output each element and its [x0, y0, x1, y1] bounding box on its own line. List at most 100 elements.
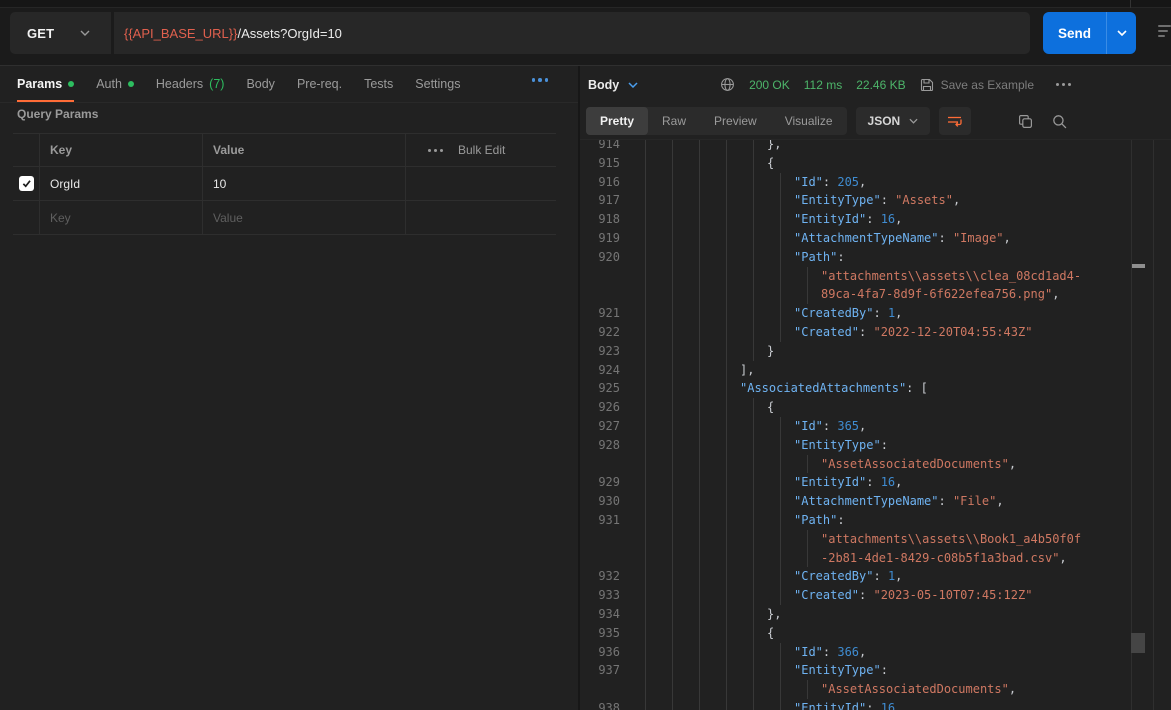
indent-guide	[726, 154, 753, 173]
send-button-label[interactable]: Send	[1043, 12, 1107, 54]
indent-guide	[672, 492, 699, 511]
indent-guide	[699, 455, 726, 474]
top-strip-divider	[1130, 0, 1131, 8]
bulk-edit-button[interactable]: Bulk Edit	[458, 143, 505, 157]
indent-guide	[780, 549, 807, 568]
indent-guide	[753, 191, 780, 210]
tab-pre-req[interactable]: Pre-req.	[297, 66, 342, 102]
param-value-placeholder[interactable]: Value	[203, 201, 406, 234]
code-line-927: 927"Id": 365,	[580, 417, 1171, 436]
line-number: 930	[580, 492, 620, 511]
request-tabs-more-icon[interactable]	[532, 78, 549, 82]
code-line-918: 918"EntityId": 16,	[580, 210, 1171, 229]
tab-settings[interactable]: Settings	[415, 66, 460, 102]
indent-guide	[780, 191, 794, 210]
time-badge[interactable]: 112 ms	[804, 78, 842, 92]
line-number: 924	[580, 361, 620, 380]
indent-guide	[645, 342, 672, 361]
indent-guide	[645, 379, 672, 398]
line-number: 916	[580, 173, 620, 192]
indent-guide	[780, 285, 807, 304]
indent-guide	[672, 530, 699, 549]
param-key-cell[interactable]: OrgId	[40, 167, 203, 200]
code-text: "EntityType": "Assets",	[794, 191, 960, 210]
indent-guide	[726, 530, 753, 549]
tab-params[interactable]: Params	[17, 66, 74, 102]
request-url-bar: GET {{API_BASE_URL}}/Assets?OrgId=10 Sen…	[0, 0, 1171, 66]
tab-tests[interactable]: Tests	[364, 66, 393, 102]
tab-label: Auth	[96, 77, 122, 91]
indent-guide	[645, 455, 672, 474]
response-body-editor[interactable]: 914},915{916"Id": 205,917"EntityType": "…	[580, 140, 1171, 710]
search-button[interactable]	[1052, 114, 1067, 129]
code-line-917: 917 "EntityType": "Assets",	[580, 191, 1171, 210]
indent-guide	[753, 473, 780, 492]
indent-guide	[780, 248, 794, 267]
param-value-cell[interactable]: 10	[203, 167, 406, 200]
indent-guide	[699, 643, 726, 662]
code-line-wrap: "attachments\\assets\\Book1_a4b50f0f	[580, 530, 1171, 549]
indent-guide	[726, 680, 753, 699]
indent-guide	[699, 492, 726, 511]
code-line-937: 937"EntityType":	[580, 661, 1171, 680]
line-number	[580, 530, 620, 549]
indent-guide	[672, 140, 699, 154]
indent-guide	[672, 173, 699, 192]
indent-guide	[645, 304, 672, 323]
status-badge[interactable]: 200 OK	[749, 78, 790, 92]
indent-guide	[780, 455, 807, 474]
size-badge[interactable]: 22.46 KB	[856, 78, 905, 92]
copy-button[interactable]	[1018, 114, 1033, 129]
param-checkbox[interactable]	[19, 176, 34, 191]
code-line-923: 923}	[580, 342, 1171, 361]
globe-icon	[720, 77, 735, 92]
url-input[interactable]: {{API_BASE_URL}}/Assets?OrgId=10	[114, 12, 1030, 54]
indent-guide	[753, 173, 780, 192]
wrap-text-button[interactable]	[939, 107, 971, 135]
view-tab-visualize[interactable]: Visualize	[771, 107, 847, 135]
response-body-dropdown[interactable]: Body	[588, 78, 638, 92]
send-options-chevron-icon[interactable]	[1107, 12, 1136, 54]
json-format-select[interactable]: JSON	[856, 107, 931, 135]
send-button[interactable]: Send	[1043, 12, 1136, 54]
params-more-icon[interactable]	[428, 149, 443, 152]
indent-guide	[753, 605, 767, 624]
tab-headers[interactable]: Headers(7)	[156, 66, 225, 102]
line-number: 935	[580, 624, 620, 643]
chevron-down-icon	[909, 118, 918, 124]
scrollbar-thumb[interactable]	[1131, 633, 1145, 653]
view-tab-preview[interactable]: Preview	[700, 107, 771, 135]
tab-auth[interactable]: Auth	[96, 66, 134, 102]
save-as-example-button[interactable]: Save as Example	[920, 78, 1034, 92]
chevron-down-icon	[628, 82, 638, 88]
indent-guide	[672, 586, 699, 605]
param-key-placeholder[interactable]: Key	[40, 201, 203, 234]
method-select[interactable]: GET	[10, 12, 114, 54]
indent-guide	[672, 680, 699, 699]
select-all-column	[13, 134, 40, 166]
indent-guide	[645, 229, 672, 248]
code-text: -2b81-4de1-8429-c08b5f1a3bad.csv",	[821, 549, 1067, 568]
code-text: {	[767, 154, 774, 173]
response-more-icon[interactable]	[1056, 83, 1071, 86]
indent-guide	[726, 191, 753, 210]
code-text: "EntityType":	[794, 436, 888, 455]
tab-body[interactable]: Body	[246, 66, 275, 102]
indent-guide	[672, 210, 699, 229]
code-line-931: 931"Path":	[580, 511, 1171, 530]
indent-guide	[780, 530, 807, 549]
code-text: "Path":	[794, 511, 845, 530]
code-text: "EntityId": 16	[794, 699, 895, 710]
indent-guide	[645, 436, 672, 455]
indent-guide	[726, 624, 753, 643]
line-number: 918	[580, 210, 620, 229]
view-tab-raw[interactable]: Raw	[648, 107, 700, 135]
indent-guide	[807, 530, 821, 549]
line-number	[580, 549, 620, 568]
code-text: "AttachmentTypeName": "Image",	[794, 229, 1011, 248]
line-number: 917	[580, 191, 620, 210]
query-params-table: Key Value Bulk Edit OrgId 10	[13, 133, 556, 235]
url-variable: {{API_BASE_URL}}	[124, 26, 237, 41]
indent-guide	[699, 304, 726, 323]
view-tab-pretty[interactable]: Pretty	[586, 107, 648, 135]
